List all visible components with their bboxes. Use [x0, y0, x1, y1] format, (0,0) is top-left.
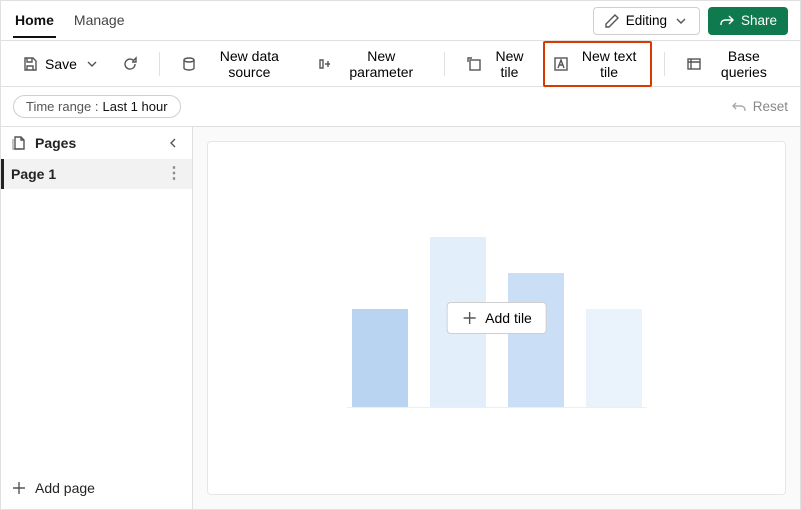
- save-label: Save: [45, 56, 77, 72]
- tab-manage[interactable]: Manage: [72, 4, 127, 38]
- save-icon: [22, 56, 38, 72]
- tile-icon: [466, 56, 482, 72]
- chevron-down-icon: [673, 13, 689, 29]
- time-range-value: Last 1 hour: [103, 99, 168, 114]
- reset-label: Reset: [753, 99, 788, 114]
- pages-icon: [11, 135, 27, 151]
- tab-home[interactable]: Home: [13, 4, 56, 38]
- pencil-icon: [604, 13, 620, 29]
- time-range-pill[interactable]: Time range : Last 1 hour: [13, 95, 181, 118]
- new-parameter-button[interactable]: New parameter: [308, 41, 432, 87]
- page-label: Page 1: [11, 166, 56, 182]
- new-tile-label: New tile: [489, 48, 531, 80]
- new-tile-button[interactable]: New tile: [457, 41, 540, 87]
- app-root: Home Manage Editing Share: [0, 0, 801, 510]
- sidebar-header: Pages: [1, 127, 192, 159]
- chevron-down-icon: [84, 56, 100, 72]
- chart-bar: [586, 309, 642, 407]
- sidebar: Pages Page 1 ⋮ Add page: [1, 127, 193, 509]
- database-icon: [181, 56, 197, 72]
- canvas-wrap: Add tile: [193, 127, 800, 509]
- new-parameter-label: New parameter: [340, 48, 423, 80]
- placeholder-chart: Add tile: [347, 218, 647, 418]
- chart-bar: [352, 309, 408, 407]
- chart-bar: [508, 273, 564, 407]
- add-page-button[interactable]: Add page: [11, 480, 95, 496]
- more-icon[interactable]: ⋮: [166, 166, 182, 182]
- share-icon: [719, 13, 735, 29]
- sidebar-item-page-1[interactable]: Page 1 ⋮: [1, 159, 192, 189]
- divider: [664, 52, 665, 76]
- editing-button[interactable]: Editing: [593, 7, 700, 35]
- sidebar-footer: Add page: [1, 470, 192, 509]
- base-queries-label: Base queries: [709, 48, 779, 80]
- page-list: Page 1 ⋮: [1, 159, 192, 470]
- base-queries-button[interactable]: Base queries: [677, 41, 788, 87]
- reset-button[interactable]: Reset: [731, 99, 788, 115]
- sidebar-title: Pages: [35, 135, 158, 151]
- add-tile-label: Add tile: [485, 310, 532, 326]
- plus-icon: [11, 480, 27, 496]
- canvas[interactable]: Add tile: [207, 141, 786, 495]
- divider: [444, 52, 445, 76]
- tab-bar: Home Manage Editing Share: [1, 1, 800, 41]
- sub-bar: Time range : Last 1 hour Reset: [1, 87, 800, 127]
- share-label: Share: [741, 13, 777, 28]
- refresh-button[interactable]: [113, 49, 147, 79]
- new-data-source-label: New data source: [204, 48, 295, 80]
- time-range-label: Time range :: [26, 99, 99, 114]
- share-button[interactable]: Share: [708, 7, 788, 35]
- save-button[interactable]: Save: [13, 49, 109, 79]
- toolbar: Save New data source New parameter: [1, 41, 800, 87]
- parameter-icon: [317, 56, 333, 72]
- chevron-left-icon[interactable]: [166, 135, 182, 151]
- editing-label: Editing: [626, 13, 667, 28]
- tabs: Home Manage: [13, 4, 593, 38]
- new-data-source-button[interactable]: New data source: [172, 41, 304, 87]
- queries-icon: [686, 56, 702, 72]
- plus-icon: [461, 310, 477, 326]
- undo-icon: [731, 99, 747, 115]
- add-tile-button[interactable]: Add tile: [446, 302, 547, 334]
- new-text-tile-label: New text tile: [576, 48, 641, 80]
- toolbar-group-save: Save: [13, 49, 147, 79]
- text-tile-icon: [553, 56, 569, 72]
- tabbar-right: Editing Share: [593, 7, 788, 35]
- new-text-tile-button[interactable]: New text tile: [543, 41, 651, 87]
- body: Pages Page 1 ⋮ Add page: [1, 127, 800, 509]
- divider: [159, 52, 160, 76]
- refresh-icon: [122, 56, 138, 72]
- add-page-label: Add page: [35, 480, 95, 496]
